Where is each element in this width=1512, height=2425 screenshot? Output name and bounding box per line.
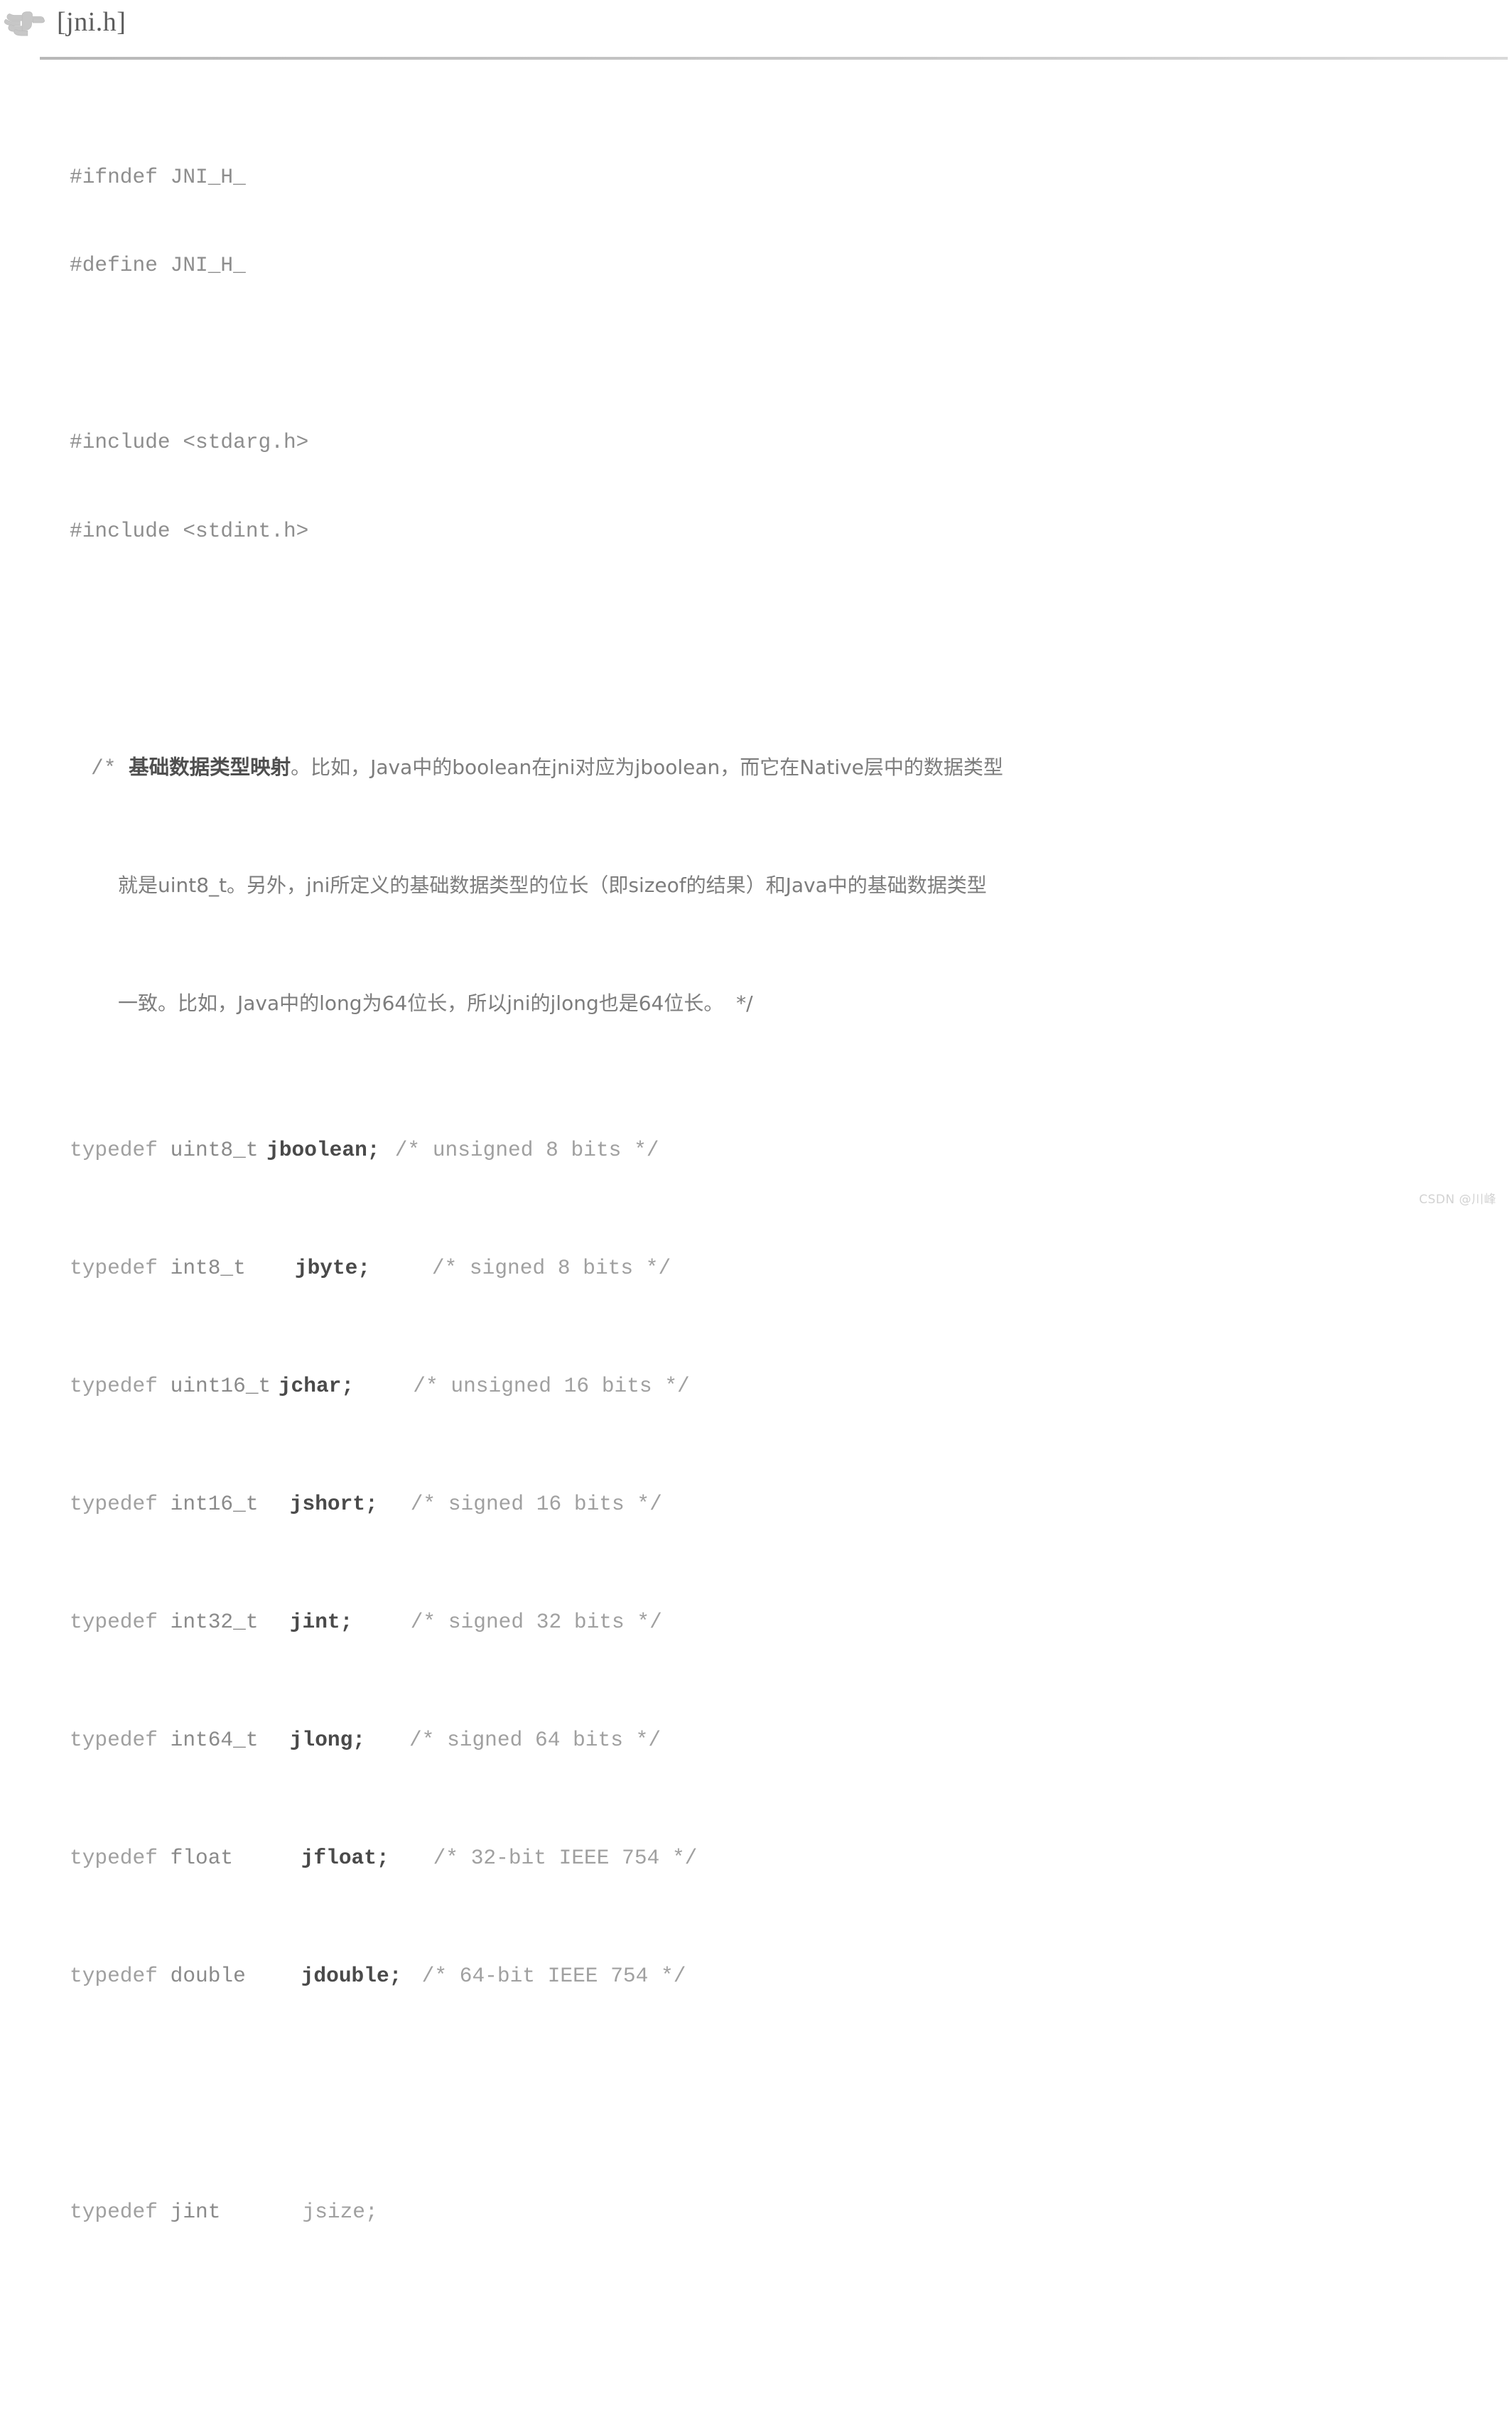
typedef-jtype: jshort; (290, 1492, 378, 1516)
typedef-comment: /* 64-bit IEEE 754 */ (422, 1964, 686, 1988)
typedef-row-jboolean: typedef uint8_t jboolean; /* unsigned 8 bi… (70, 1136, 1498, 1166)
typedef-keyword: typedef (70, 1492, 158, 1516)
typedef-comment: /* unsigned 8 bits */ (395, 1138, 659, 1162)
code-line-include-stdarg: #include <stdarg.h> (70, 428, 1498, 458)
header-divider (40, 57, 1508, 60)
comment-emphasis: 基础数据类型映射 (129, 756, 291, 779)
typedef-ctype: int16_t (171, 1492, 259, 1516)
typedef-ctype: int8_t (171, 1256, 246, 1280)
typedef-ctype: uint16_t (171, 1374, 271, 1398)
code-line-blank-1 (70, 340, 1498, 370)
typedef-keyword: typedef (70, 1256, 158, 1280)
pointing-hand-icon (3, 7, 47, 37)
typedef-jtype: jdouble; (301, 1964, 402, 1988)
comment-line-3-text: 一致。比如，Java中的long为64位长，所以jni的jlong也是64位长。… (118, 991, 753, 1015)
typedef-row-jsize: typedef jint jsize; (70, 2198, 1498, 2227)
typedef-comment: /* unsigned 16 bits */ (413, 1374, 689, 1398)
typedef-jtype: jlong; (290, 1728, 365, 1752)
code-line-ifndef: #ifndef JNI_H_ (70, 163, 1498, 193)
typedef-ctype: jint (171, 2200, 221, 2224)
comment-open-marker: /* (91, 756, 129, 780)
typedef-comment: /* signed 8 bits */ (432, 1256, 671, 1280)
typedef-ctype: uint8_t (171, 1138, 259, 1162)
typedef-jtype: jchar; (279, 1374, 354, 1398)
typedef-comment: /* signed 64 bits */ (409, 1728, 661, 1752)
typedef-jtype: jsize; (303, 2200, 378, 2224)
typedef-row-jshort: typedef int16_t jshort; /* signed 16 bits … (70, 1490, 1498, 1520)
typedef-comment: /* signed 32 bits */ (411, 1610, 662, 1634)
comment-block-line-1: /* 基础数据类型映射。比如，Java中的boolean在jni对应为jbool… (70, 753, 1498, 783)
code-line-blank-2 (70, 605, 1498, 635)
typedef-ctype: int64_t (171, 1728, 259, 1752)
code-line-blank-4 (70, 2316, 1498, 2345)
comment-line-1-rest: 。比如，Java中的boolean在jni对应为jboolean，而它在Nati… (291, 756, 1003, 779)
page-title: [jni.h] (57, 6, 126, 38)
typedef-keyword: typedef (70, 1374, 158, 1398)
typedef-row-jlong: typedef int64_t jlong; /* signed 64 bits *… (70, 1726, 1498, 1755)
code-line-blank-5 (70, 2404, 1498, 2425)
typedef-keyword: typedef (70, 2200, 158, 2224)
typedef-row-jint: typedef int32_t jint; /* signed 32 bits */ (70, 1608, 1498, 1638)
csdn-watermark: CSDN @川峰 (1419, 1189, 1496, 1207)
typedef-keyword: typedef (70, 1138, 158, 1162)
typedef-jtype: jbyte; (295, 1256, 370, 1280)
code-line-include-stdint: #include <stdint.h> (70, 517, 1498, 547)
typedef-row-jfloat: typedef float jfloat; /* 32-bit IEEE 754 *… (70, 1844, 1498, 1873)
typedef-ctype: float (171, 1846, 234, 1870)
typedef-row-jchar: typedef uint16_t jchar; /* unsigned 16 bit… (70, 1372, 1498, 1402)
typedef-row-jdouble: typedef double jdouble; /* 64-bit IEEE 754… (70, 1962, 1498, 1991)
typedef-keyword: typedef (70, 1610, 158, 1634)
comment-line-2-text: 就是uint8_t。另外，jni所定义的基础数据类型的位长（即sizeof的结果… (118, 873, 987, 897)
code-listing: #ifndef JNI_H_ #define JNI_H_ #include <… (70, 74, 1498, 2425)
code-line-define: #define JNI_H_ (70, 251, 1498, 281)
typedef-comment: /* 32-bit IEEE 754 */ (433, 1846, 698, 1870)
typedef-row-jbyte: typedef int8_t jbyte; /* signed 8 bits */ (70, 1254, 1498, 1284)
typedef-jtype: jboolean; (266, 1138, 379, 1162)
comment-block-line-2: 就是uint8_t。另外，jni所定义的基础数据类型的位长（即sizeof的结果… (70, 871, 1498, 900)
typedef-jtype: jfloat; (301, 1846, 389, 1870)
typedef-comment: /* signed 16 bits */ (411, 1492, 662, 1516)
typedef-keyword: typedef (70, 1846, 158, 1870)
document-header: [jni.h] (0, 0, 1512, 44)
code-line-blank-3 (70, 2080, 1498, 2109)
typedef-keyword: typedef (70, 1964, 158, 1988)
typedef-keyword: typedef (70, 1728, 158, 1752)
typedef-ctype: int32_t (171, 1610, 259, 1634)
typedef-ctype: double (171, 1964, 246, 1988)
typedef-jtype: jint; (290, 1610, 353, 1634)
comment-block-line-3: 一致。比如，Java中的long为64位长，所以jni的jlong也是64位长。… (70, 989, 1498, 1018)
